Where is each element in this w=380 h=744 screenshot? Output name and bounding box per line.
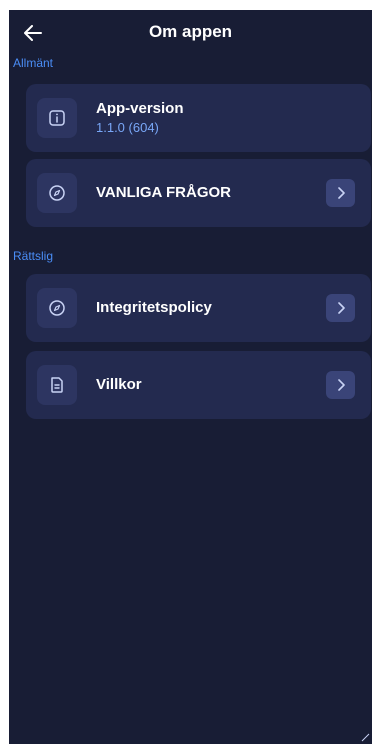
- privacy-policy-item[interactable]: Integritetspolicy: [26, 274, 371, 342]
- app-version-value: 1.1.0 (604): [96, 120, 159, 135]
- privacy-icon-box: [37, 288, 77, 328]
- document-icon: [51, 377, 63, 393]
- about-screen: Om appen Allmänt App-version 1.1.0 (604)…: [9, 10, 372, 744]
- faq-chevron[interactable]: [326, 179, 355, 207]
- chevron-right-icon: [337, 379, 345, 391]
- top-bar: Om appen: [9, 10, 372, 56]
- app-version-icon-box: [37, 98, 77, 138]
- terms-chevron[interactable]: [326, 371, 355, 399]
- compass-icon: [49, 185, 65, 201]
- chevron-right-icon: [337, 302, 345, 314]
- info-icon: [49, 110, 65, 126]
- terms-item[interactable]: Villkor: [26, 351, 371, 419]
- app-version-card: App-version 1.1.0 (604): [26, 84, 371, 152]
- privacy-policy-chevron[interactable]: [326, 294, 355, 322]
- resize-corner-icon: [361, 733, 370, 742]
- privacy-policy-label: Integritetspolicy: [96, 299, 212, 316]
- section-label-general: Allmänt: [13, 56, 54, 70]
- chevron-right-icon: [337, 187, 345, 199]
- faq-label: VANLIGA FRÅGOR: [96, 184, 231, 201]
- faq-item[interactable]: VANLIGA FRÅGOR: [26, 159, 371, 227]
- terms-label: Villkor: [96, 376, 142, 393]
- app-version-title: App-version: [96, 100, 184, 117]
- section-label-legal: Rättslig: [13, 249, 54, 263]
- compass-icon: [49, 300, 65, 316]
- faq-icon-box: [37, 173, 77, 213]
- page-title: Om appen: [148, 22, 233, 41]
- terms-icon-box: [37, 365, 77, 405]
